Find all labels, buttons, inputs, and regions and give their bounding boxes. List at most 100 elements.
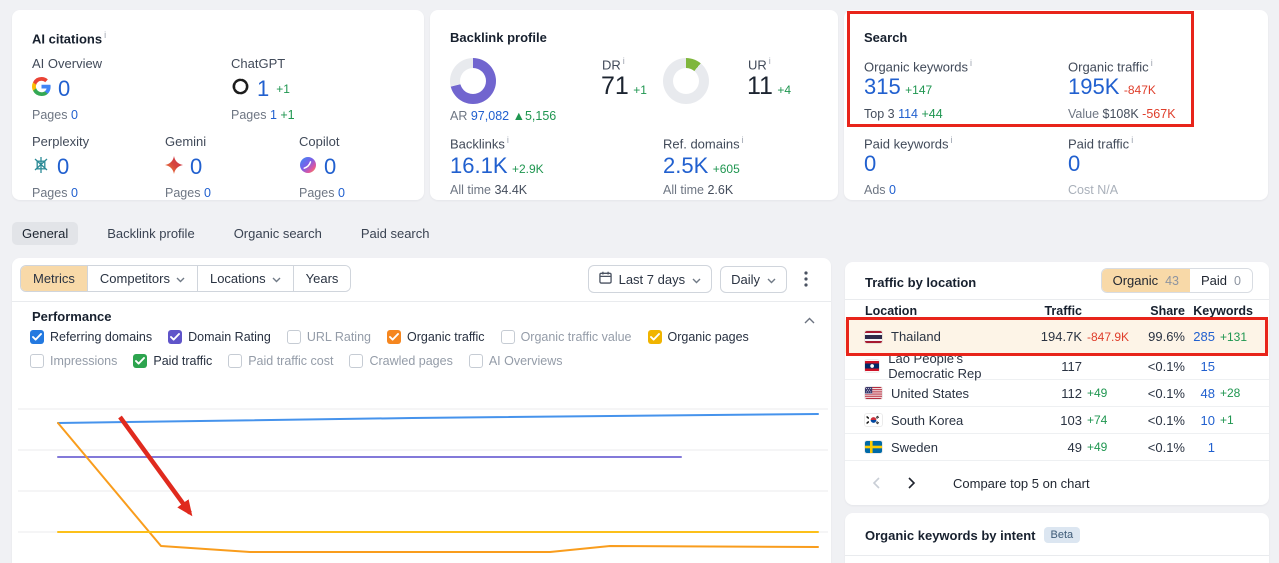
checkbox-checked-icon[interactable] (133, 354, 148, 368)
location-row-thailand[interactable]: Thailand 194.7K -847.9K 99.6% 285 +131 (845, 320, 1269, 353)
info-icon[interactable]: i (1131, 135, 1133, 145)
ai-citation-count[interactable]: 0 (57, 154, 69, 180)
location-row-united-states[interactable]: United States 112 +49 <0.1% 48 +28 (845, 380, 1269, 407)
ai-citation-count[interactable]: 0 (190, 154, 202, 180)
checkbox-unchecked-icon[interactable] (349, 354, 364, 368)
ai-pages-count[interactable]: 0 (71, 108, 78, 122)
performance-line-chart[interactable] (12, 385, 831, 563)
info-icon[interactable]: i (769, 56, 771, 66)
metric-checkbox-referring-domains[interactable]: Referring domains (30, 330, 152, 344)
keywords-cell[interactable]: 10 (1185, 413, 1215, 428)
ref-domains-value[interactable]: 2.5K (663, 153, 708, 178)
info-icon[interactable]: i (507, 135, 509, 145)
checkbox-unchecked-icon[interactable] (228, 354, 243, 368)
traffic-cell: 112 (1061, 385, 1082, 401)
tab-paid-search[interactable]: Paid search (351, 222, 440, 245)
keywords-cell[interactable]: 1 (1185, 440, 1215, 455)
tab-backlink-profile[interactable]: Backlink profile (97, 222, 204, 245)
date-range-button[interactable]: Last 7 days (587, 265, 713, 293)
checkbox-checked-icon[interactable] (168, 330, 183, 344)
divider (845, 555, 1269, 556)
ai-pages-count[interactable]: 1 (270, 108, 277, 122)
ur-value[interactable]: 11 (747, 72, 773, 100)
competitors-button[interactable]: Competitors (86, 266, 197, 291)
chevron-right-icon[interactable] (901, 472, 923, 494)
metric-checkbox-ai-overviews[interactable]: AI Overviews (468, 354, 562, 368)
organic-keywords-value[interactable]: 315 (864, 74, 901, 99)
ref-domains-alltime: All time 2.6K (663, 183, 734, 197)
keywords-cell[interactable]: 285 (1185, 329, 1215, 344)
ref-domains-delta: +605 (712, 162, 740, 176)
paid-keywords-value[interactable]: 0 (864, 151, 876, 177)
paid-keywords-label: Paid keywords i (864, 135, 953, 152)
metric-checkbox-organic-traffic-value[interactable]: Organic traffic value (500, 330, 632, 344)
years-button[interactable]: Years (292, 266, 351, 291)
info-icon[interactable]: i (104, 30, 106, 40)
column-location[interactable]: Location (865, 304, 1032, 318)
location-row-lao-people-s-democratic-rep[interactable]: Lao People's Democratic Rep 117 <0.1% 15 (845, 351, 1269, 381)
compare-top5-link[interactable]: Compare top 5 on chart (953, 476, 1090, 491)
column-share[interactable]: Share (1140, 304, 1185, 318)
backlinks-value[interactable]: 16.1K (450, 153, 508, 178)
checkbox-unchecked-icon[interactable] (286, 330, 301, 344)
metric-checkbox-organic-traffic[interactable]: Organic traffic (386, 330, 485, 344)
metric-checkbox-domain-rating[interactable]: Domain Rating (168, 330, 271, 344)
ai-pages-row: Pages 0 (32, 186, 78, 200)
toggle-organic[interactable]: Organic 43 (1101, 269, 1191, 292)
performance-title: Performance (32, 309, 112, 324)
keywords-cell[interactable]: 48 (1185, 386, 1215, 401)
metric-checkbox-impressions[interactable]: Impressions (30, 354, 117, 368)
traffic-delta-cell: +74 (1087, 413, 1108, 427)
metric-checkbox-crawled-pages[interactable]: Crawled pages (349, 354, 453, 368)
top3-value[interactable]: 114 (898, 107, 918, 121)
checkbox-unchecked-icon[interactable] (500, 330, 515, 344)
metric-checkbox-organic-pages[interactable]: Organic pages (647, 330, 749, 344)
chevron-left-icon[interactable] (865, 472, 887, 494)
tab-organic-search[interactable]: Organic search (224, 222, 332, 245)
ai-pages-count[interactable]: 0 (338, 186, 345, 200)
perplexity-icon (32, 156, 50, 179)
checkbox-checked-icon[interactable] (647, 330, 662, 344)
checkbox-unchecked-icon[interactable] (468, 354, 483, 368)
column-keywords[interactable]: Keywords (1185, 304, 1253, 318)
info-icon[interactable]: i (951, 135, 953, 145)
chevron-up-icon[interactable] (804, 311, 815, 329)
info-icon[interactable]: i (742, 135, 744, 145)
share-cell: <0.1% (1147, 439, 1185, 455)
checkbox-unchecked-icon[interactable] (30, 354, 44, 368)
organic-traffic-value[interactable]: 195K (1068, 74, 1119, 99)
traffic-delta-cell: +49 (1087, 386, 1108, 400)
keywords-by-intent-panel: Organic keywords by intent Beta (845, 513, 1269, 563)
metric-checkbox-url-rating[interactable]: URL Rating (286, 330, 371, 344)
ai-citation-count[interactable]: 0 (324, 154, 336, 180)
toggle-paid[interactable]: Paid 0 (1190, 269, 1252, 292)
ai-citation-count[interactable]: 1 (257, 76, 269, 102)
metric-checkbox-paid-traffic[interactable]: Paid traffic (133, 354, 212, 368)
keywords-cell[interactable]: 15 (1185, 359, 1215, 374)
ar-value[interactable]: 97,082 (471, 109, 509, 123)
checkbox-checked-icon[interactable] (30, 330, 44, 344)
checkbox-checked-icon[interactable] (386, 330, 401, 344)
metric-checkbox-paid-traffic-cost[interactable]: Paid traffic cost (228, 354, 333, 368)
location-row-sweden[interactable]: Sweden 49 +49 <0.1% 1 (845, 434, 1269, 461)
metric-checkbox-label: Referring domains (50, 330, 153, 344)
ai-pages-count[interactable]: 0 (71, 186, 78, 200)
location-row-south-korea[interactable]: South Korea 103 +74 <0.1% 10 +1 (845, 407, 1269, 434)
ai-pages-row: Pages 0 (299, 186, 345, 200)
kebab-menu-icon[interactable] (795, 268, 817, 290)
locations-button[interactable]: Locations (196, 266, 293, 291)
keywords-by-intent-title: Organic keywords by intent (865, 528, 1036, 543)
paid-traffic-value[interactable]: 0 (1068, 151, 1080, 177)
info-icon[interactable]: i (623, 56, 625, 66)
ai-citation-count[interactable]: 0 (58, 76, 70, 102)
tab-general[interactable]: General (12, 221, 79, 245)
column-traffic[interactable]: Traffic (1032, 304, 1082, 318)
granularity-button[interactable]: Daily (720, 265, 787, 293)
info-icon[interactable]: i (970, 58, 972, 68)
series-line-referring-domains[interactable] (57, 413, 819, 424)
ai-pages-count[interactable]: 0 (204, 186, 211, 200)
ai-value-row: 0 (165, 154, 295, 180)
dr-value[interactable]: 71 (601, 72, 629, 100)
info-icon[interactable]: i (1151, 58, 1153, 68)
metrics-button[interactable]: Metrics (21, 266, 87, 291)
